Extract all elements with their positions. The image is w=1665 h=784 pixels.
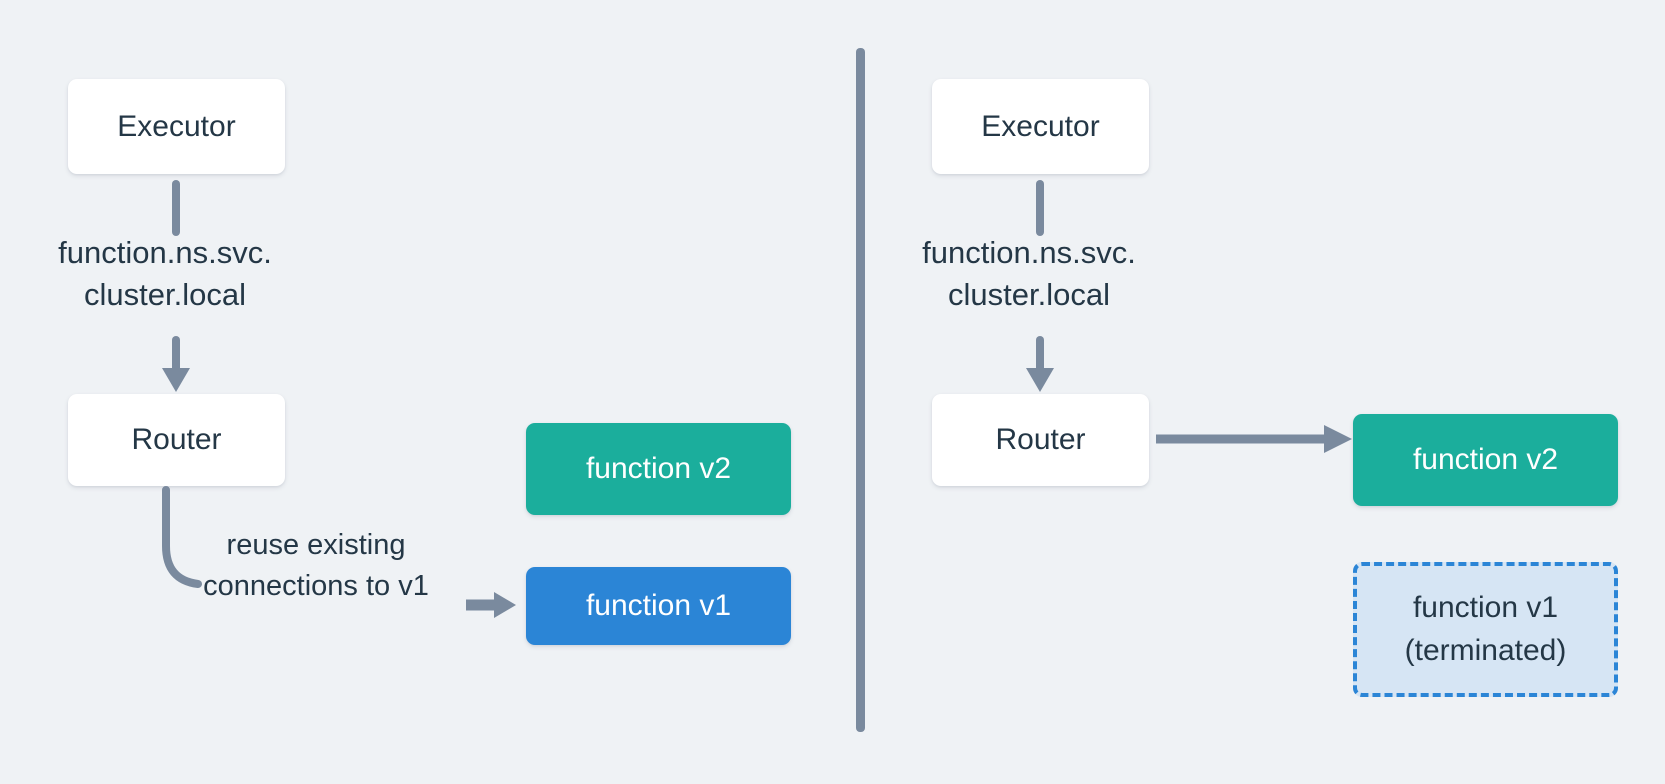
right-dns-label: function.ns.svc. cluster.local bbox=[922, 235, 1136, 312]
left-function-v1-label: function v1 bbox=[585, 589, 732, 623]
left-executor-label: Executor bbox=[117, 109, 236, 143]
right-function-v1-terminated-label-line1: function v1 bbox=[1412, 590, 1559, 624]
left-note-to-v1-arrow bbox=[466, 592, 516, 618]
right-router-label: Router bbox=[995, 423, 1086, 457]
left-router-arrow-connector bbox=[162, 336, 190, 392]
left-dns-label: function.ns.svc. cluster.local bbox=[58, 235, 272, 312]
left-router-label: Router bbox=[131, 423, 222, 457]
right-executor-label: Executor bbox=[981, 109, 1100, 143]
right-router-node: Router bbox=[932, 394, 1149, 486]
left-router-node: Router bbox=[68, 394, 285, 486]
diagram-canvas: Executor function.ns.svc. cluster.local … bbox=[0, 0, 1665, 784]
right-function-v1-terminated-label-line2: (terminated) bbox=[1404, 633, 1567, 667]
left-executor-node: Executor bbox=[68, 79, 285, 174]
right-function-v2-node: function v2 bbox=[1353, 414, 1618, 506]
left-function-v2-node: function v2 bbox=[526, 423, 791, 515]
right-executor-node: Executor bbox=[932, 79, 1149, 174]
right-executor-stub-connector bbox=[1036, 180, 1044, 236]
left-function-v2-label: function v2 bbox=[585, 452, 732, 486]
left-reuse-note: reuse existing connections to v1 bbox=[203, 529, 429, 603]
right-router-to-v2-arrow bbox=[1156, 425, 1352, 453]
left-executor-stub-connector bbox=[172, 180, 180, 236]
right-function-v1-terminated-node: function v1 (terminated) bbox=[1353, 562, 1618, 697]
right-router-arrow-connector bbox=[1026, 336, 1054, 392]
right-function-v2-label: function v2 bbox=[1412, 443, 1559, 477]
left-function-v1-node: function v1 bbox=[526, 567, 791, 645]
panel-divider bbox=[856, 48, 865, 732]
